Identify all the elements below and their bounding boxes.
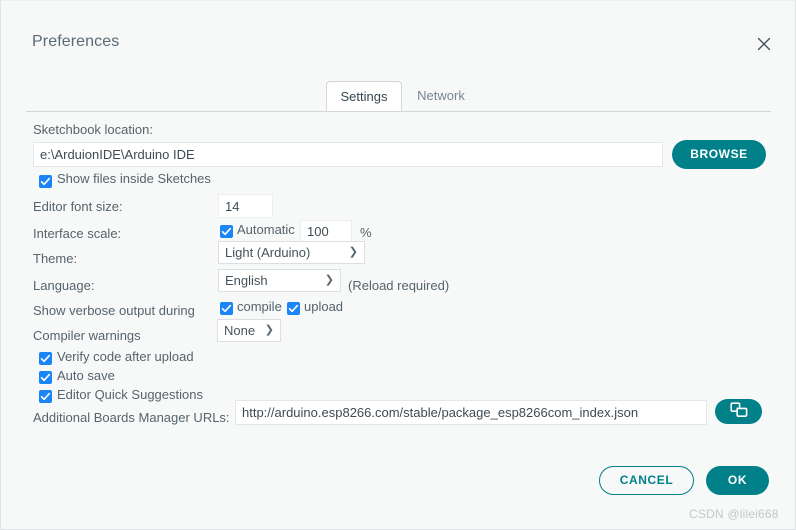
- tab-bar: Settings Network: [1, 81, 796, 112]
- ok-button[interactable]: OK: [706, 466, 769, 495]
- chevron-down-icon: ❯: [264, 324, 274, 336]
- tab-settings[interactable]: Settings: [326, 81, 402, 111]
- theme-label: Theme:: [33, 251, 78, 266]
- verify-code-after-upload-label: Verify code after upload: [57, 349, 194, 364]
- interface-scale-label: Interface scale:: [33, 226, 122, 241]
- copy-windows-icon: [729, 402, 748, 421]
- interface-scale-unit-label: %: [360, 225, 372, 240]
- additional-boards-urls-label: Additional Boards Manager URLs:: [33, 410, 230, 425]
- show-files-inside-sketches-checkbox[interactable]: [39, 175, 52, 188]
- language-reload-note: (Reload required): [348, 278, 450, 293]
- editor-font-size-label: Editor font size:: [33, 199, 123, 214]
- compiler-warnings-value: None: [224, 323, 256, 338]
- language-select[interactable]: English ❯: [218, 269, 341, 292]
- editor-font-size-input[interactable]: [218, 194, 273, 218]
- close-icon[interactable]: [753, 33, 775, 55]
- sketchbook-location-input[interactable]: [33, 142, 663, 167]
- auto-save-label: Auto save: [57, 368, 115, 383]
- language-select-value: English: [225, 273, 268, 288]
- chevron-down-icon: ❯: [348, 246, 358, 258]
- sketchbook-location-label: Sketchbook location:: [33, 122, 153, 137]
- verify-code-after-upload-checkbox[interactable]: [39, 352, 52, 365]
- settings-form: Sketchbook location: BROWSE Show files i…: [1, 112, 796, 452]
- language-label: Language:: [33, 278, 95, 293]
- compiler-warnings-select[interactable]: None ❯: [217, 319, 281, 342]
- copy-windows-icon-button[interactable]: [715, 399, 762, 424]
- browse-button[interactable]: BROWSE: [672, 140, 766, 169]
- verbose-output-label: Show verbose output during: [33, 303, 195, 318]
- additional-boards-urls-input[interactable]: [235, 400, 707, 425]
- editor-quick-suggestions-label: Editor Quick Suggestions: [57, 387, 203, 402]
- watermark-text: CSDN @lilei668: [689, 507, 779, 521]
- dialog-title-bar: Preferences: [1, 1, 796, 79]
- auto-save-checkbox[interactable]: [39, 371, 52, 384]
- cancel-button[interactable]: CANCEL: [599, 466, 694, 495]
- compiler-warnings-label: Compiler warnings: [33, 328, 141, 343]
- show-files-inside-sketches-label: Show files inside Sketches: [57, 171, 211, 186]
- verbose-upload-checkbox[interactable]: [287, 302, 300, 315]
- interface-scale-automatic-checkbox[interactable]: [220, 225, 233, 238]
- interface-scale-input[interactable]: [300, 220, 352, 243]
- page-title: Preferences: [32, 33, 120, 50]
- editor-quick-suggestions-checkbox[interactable]: [39, 390, 52, 403]
- interface-scale-automatic-label: Automatic: [237, 222, 295, 237]
- theme-select-value: Light (Arduino): [225, 245, 311, 260]
- verbose-compile-checkbox[interactable]: [220, 302, 233, 315]
- chevron-down-icon: ❯: [324, 274, 334, 286]
- verbose-upload-label: upload: [304, 299, 344, 314]
- theme-select[interactable]: Light (Arduino) ❯: [218, 241, 365, 264]
- tab-network[interactable]: Network: [405, 81, 477, 111]
- verbose-compile-label: compile: [237, 299, 282, 314]
- preferences-dialog: Preferences Settings Network Sketchbook …: [0, 0, 796, 530]
